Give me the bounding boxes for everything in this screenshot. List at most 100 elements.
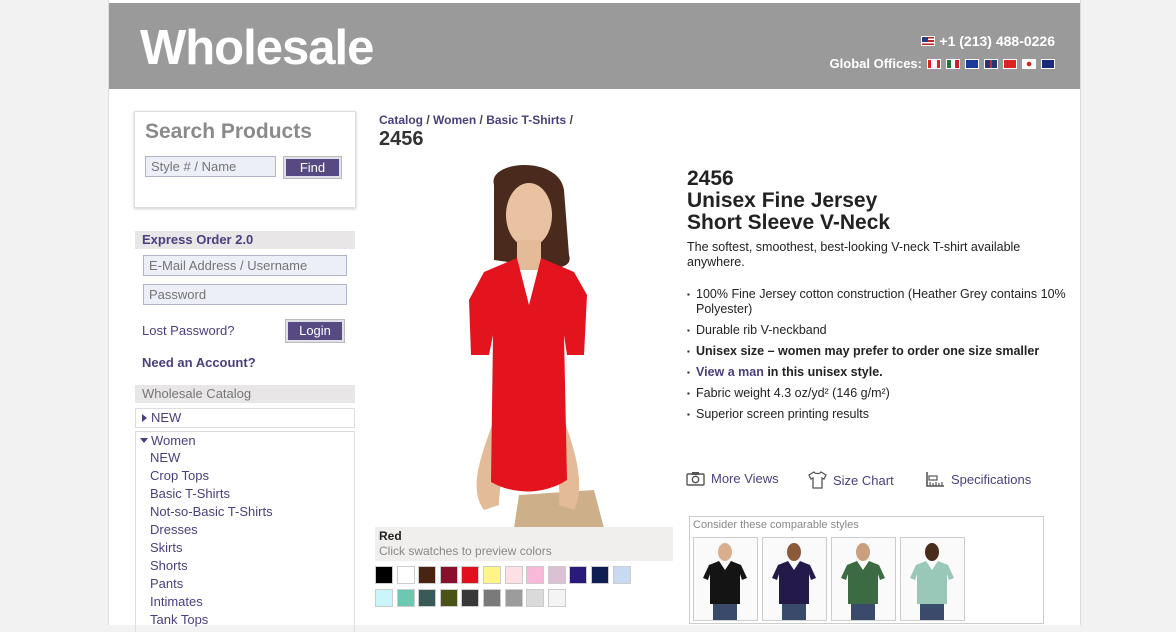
catalog-title: Wholesale Catalog [142, 386, 252, 401]
global-offices: Global Offices: [830, 56, 1055, 71]
product-features: 100% Fine Jersey cotton construction (He… [687, 287, 1067, 428]
size-chart-label: Size Chart [833, 472, 894, 488]
email-field[interactable] [143, 255, 347, 276]
feature-item: Fabric weight 4.3 oz/yd² (146 g/m²) [687, 386, 1067, 401]
password-field[interactable] [143, 284, 347, 305]
australia-flag-icon[interactable] [1041, 58, 1055, 69]
eu-flag-icon[interactable] [965, 58, 979, 69]
color-swatch[interactable] [439, 566, 458, 584]
search-input[interactable] [145, 156, 276, 177]
comparable-style-thumbnail[interactable] [831, 537, 896, 621]
feature-item: Durable rib V-neckband [687, 323, 1067, 338]
express-order-heading: Express Order 2.0 [135, 231, 355, 249]
color-swatch[interactable] [461, 566, 480, 584]
feature-item: Superior screen printing results [687, 407, 1067, 422]
view-a-man-link[interactable]: View a man [696, 365, 764, 379]
women-item-crop-tops[interactable]: Crop Tops [150, 467, 209, 485]
breadcrumb-catalog[interactable]: Catalog [379, 113, 423, 127]
need-account-link[interactable]: Need an Account? [142, 355, 256, 370]
women-item-not-so-basic[interactable]: Not-so-Basic T-Shirts [150, 503, 273, 521]
page-container: Wholesale +1 (213) 488-0226 Global Offic… [108, 0, 1081, 632]
product-name-line1: Unisex Fine Jersey [687, 189, 878, 212]
color-info-bar: Red Click swatches to preview colors [375, 527, 673, 561]
caret-down-icon [140, 438, 148, 443]
breadcrumb-separator: / [479, 113, 483, 127]
specifications-link[interactable]: Specifications [925, 471, 1031, 487]
color-swatch[interactable] [526, 589, 545, 607]
breadcrumb-women[interactable]: Women [433, 113, 476, 127]
canada-flag-icon[interactable] [927, 58, 941, 69]
color-swatch[interactable] [547, 566, 566, 584]
color-swatch[interactable] [483, 566, 501, 584]
mexico-flag-icon[interactable] [946, 58, 960, 69]
women-item-tank-tops[interactable]: Tank Tops [150, 611, 208, 629]
ruler-icon [926, 472, 944, 487]
catalog-new-link[interactable]: NEW [142, 409, 181, 427]
color-swatch[interactable] [439, 589, 458, 607]
color-swatch[interactable] [483, 589, 501, 607]
find-button[interactable]: Find [284, 157, 341, 178]
search-title: Search Products [145, 120, 312, 143]
catalog-women-link[interactable]: Women [140, 432, 196, 450]
search-products-box: Search Products Find [134, 111, 356, 208]
selected-color-name: Red [379, 529, 402, 543]
more-views-label: More Views [711, 471, 779, 486]
uk-flag-icon[interactable] [984, 58, 998, 69]
wholesale-catalog-heading: Wholesale Catalog [135, 385, 355, 403]
product-photo[interactable] [399, 160, 649, 528]
comparable-style-thumbnail[interactable] [762, 537, 827, 621]
product-description: The softest, smoothest, best-looking V-n… [687, 240, 1021, 269]
login-button[interactable]: Login [286, 320, 344, 342]
breadcrumb-basic-t-shirts[interactable]: Basic T-Shirts [486, 113, 566, 127]
catalog-women-label: Women [151, 433, 196, 448]
color-swatch[interactable] [569, 566, 588, 584]
color-swatch[interactable] [418, 566, 437, 584]
model-thumbnail-image [841, 543, 885, 620]
color-swatch[interactable] [461, 589, 480, 607]
model-thumbnail-image [772, 543, 816, 620]
japan-flag-icon[interactable] [1022, 58, 1036, 69]
more-views-link[interactable]: More Views [686, 471, 779, 486]
women-item-new[interactable]: NEW [150, 449, 180, 467]
comparable-style-thumbnail[interactable] [693, 537, 758, 621]
global-offices-label: Global Offices: [829, 56, 922, 71]
phone-text: +1 (213) 488-0226 [939, 33, 1055, 49]
color-swatch[interactable] [396, 566, 415, 584]
tshirt-icon [808, 471, 827, 489]
color-swatch[interactable] [612, 566, 631, 584]
women-item-dresses[interactable]: Dresses [150, 521, 198, 539]
phone-number: +1 (213) 488-0226 [921, 33, 1055, 49]
express-order-title: Express Order 2.0 [142, 232, 254, 247]
color-swatch[interactable] [526, 566, 545, 584]
caret-right-icon [142, 414, 147, 422]
comparable-styles: Consider these comparable styles [689, 516, 1044, 624]
page-title: 2456 [379, 128, 424, 150]
comparable-style-thumbnail[interactable] [900, 537, 965, 621]
camera-icon [686, 472, 705, 486]
site-header: Wholesale +1 (213) 488-0226 Global Offic… [109, 3, 1080, 89]
women-item-basic-t-shirts[interactable]: Basic T-Shirts [150, 485, 230, 503]
women-item-shorts[interactable]: Shorts [150, 557, 188, 575]
feature-item: View a man in this unisex style. [687, 365, 1067, 380]
color-swatch[interactable] [591, 566, 609, 584]
specifications-label: Specifications [951, 471, 1032, 487]
comparable-styles-title: Consider these comparable styles [693, 519, 859, 531]
women-item-pants[interactable]: Pants [150, 575, 183, 593]
color-swatch[interactable] [375, 589, 393, 607]
color-swatch[interactable] [504, 589, 523, 607]
color-swatch[interactable] [396, 589, 415, 607]
color-swatch[interactable] [375, 566, 393, 584]
switzerland-flag-icon[interactable] [1003, 58, 1017, 69]
breadcrumb-separator: / [569, 113, 573, 127]
model-pants [514, 490, 604, 528]
catalog-new-row[interactable]: NEW [135, 408, 355, 428]
color-swatch[interactable] [418, 589, 437, 607]
color-swatch[interactable] [504, 566, 523, 584]
color-swatch[interactable] [547, 589, 566, 607]
lost-password-link[interactable]: Lost Password? [142, 323, 235, 338]
women-item-intimates[interactable]: Intimates [150, 593, 203, 611]
size-chart-link[interactable]: Size Chart [808, 471, 894, 489]
site-logo[interactable]: Wholesale [140, 20, 374, 76]
women-item-skirts[interactable]: Skirts [150, 539, 183, 557]
breadcrumb-separator: / [426, 113, 430, 127]
